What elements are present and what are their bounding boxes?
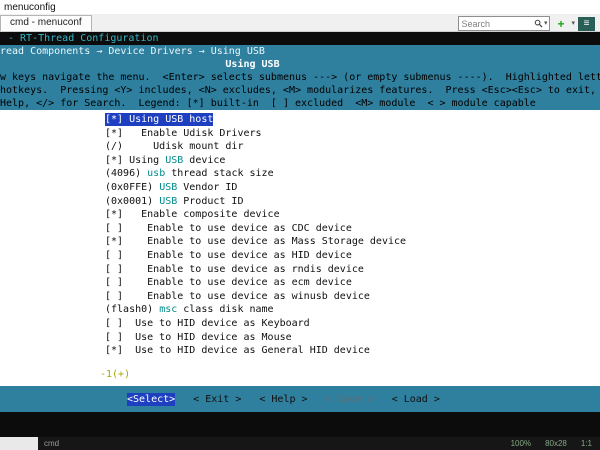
menu-item-text: [*] Use to HID device as General HID dev… (105, 344, 370, 357)
dialog-header: read Components → Device Drivers → Using… (0, 45, 600, 110)
status-bar: cmd 100% 80x28 1:1 (0, 437, 600, 450)
menu-item[interactable]: (/) Udisk mount dir (0, 140, 600, 154)
menu-item[interactable]: (0x0001) USB Product ID (0, 195, 600, 209)
menu-item[interactable]: [*] Using USB host (0, 113, 600, 127)
menu-item[interactable]: (flash0) msc class disk name (0, 303, 600, 317)
screen: menuconfig cmd - menuconf Search ▾ + ▾ (0, 0, 600, 450)
menu-item-text: [ ] Enable to use device as HID device (105, 249, 352, 262)
save-button[interactable]: < Save > (326, 393, 374, 406)
menu-button[interactable]: ≡ (578, 17, 595, 31)
page-title: Using USB (0, 58, 505, 71)
menu-item[interactable]: [ ] Use to HID device as Mouse (0, 331, 600, 345)
search-input[interactable]: Search ▾ (458, 16, 550, 31)
select-button[interactable]: <Select> (127, 393, 175, 406)
menu-item-text: [ ] Enable to use device as CDC device (105, 222, 352, 235)
console: - RT-Thread Configuration read Component… (0, 32, 600, 437)
search-dropdown-icon[interactable]: ▾ (544, 20, 548, 27)
button-band: <Select> < Exit > < Help > < Save > < Load > (0, 386, 600, 412)
menu-item-text: [*] Enable Udisk Drivers (105, 127, 262, 140)
load-button[interactable]: < Load > (392, 393, 440, 406)
new-tab-button[interactable]: + (553, 17, 568, 31)
menu-item[interactable]: [ ] Use to HID device as Keyboard (0, 317, 600, 331)
status-segment: 100% (511, 439, 531, 448)
hamburger-icon: ≡ (584, 18, 590, 29)
help-text: w keys navigate the menu. <Enter> select… (0, 71, 600, 110)
exit-button[interactable]: < Exit > (193, 393, 241, 406)
search-icons: ▾ (534, 19, 548, 28)
menu-item[interactable]: (0x0FFE) USB Vendor ID (0, 181, 600, 195)
menu-item[interactable]: [*] Using USB device (0, 154, 600, 168)
help-line: Help, </> for Search. Legend: [*] built-… (0, 97, 600, 110)
scroll-indicator: -1(+) (100, 368, 130, 381)
menu-item-text: [ ] Enable to use device as rndis device (105, 263, 364, 276)
status-segment: 80x28 (545, 439, 567, 448)
window-title: menuconfig (4, 2, 56, 13)
help-line: hotkeys. Pressing <Y> includes, <N> excl… (0, 84, 600, 97)
menu-item-text: (4096) usb thread stack size (105, 167, 274, 180)
search-group: Search ▾ + ▾ ≡ (458, 16, 595, 31)
menu-item[interactable]: [*] Enable to use device as Mass Storage… (0, 235, 600, 249)
menu-item[interactable]: [*] Enable composite device (0, 208, 600, 222)
menu-item-text: [ ] Enable to use device as winusb devic… (105, 290, 370, 303)
menu-item-text: [ ] Use to HID device as Mouse (105, 331, 292, 344)
menu-item-text: (flash0) msc class disk name (105, 303, 274, 316)
menu-item-text: [ ] Use to HID device as Keyboard (105, 317, 310, 330)
menu-item-text: [*] Using USB device (105, 154, 225, 167)
status-segment: 1:1 (581, 439, 592, 448)
menu-item[interactable]: (4096) usb thread stack size (0, 167, 600, 181)
status-right: 100% 80x28 1:1 (511, 439, 592, 448)
new-tab-dropdown-icon[interactable]: ▾ (571, 20, 575, 27)
tab-bar: cmd - menuconf Search ▾ + ▾ ≡ (0, 14, 600, 32)
menu-item[interactable]: [*] Enable Udisk Drivers (0, 127, 600, 141)
breadcrumb: read Components → Device Drivers → Using… (0, 45, 600, 58)
help-line: w keys navigate the menu. <Enter> select… (0, 71, 600, 84)
search-icon[interactable] (534, 19, 543, 28)
status-process: cmd (44, 439, 59, 448)
button-row: <Select> < Exit > < Help > < Save > < Load > (0, 393, 440, 406)
help-button[interactable]: < Help > (259, 393, 307, 406)
search-placeholder: Search (461, 19, 490, 29)
menu-item[interactable]: [ ] Enable to use device as ecm device (0, 276, 600, 290)
menu-item-text: (0x0001) USB Product ID (105, 195, 243, 208)
status-left-cell (0, 437, 38, 450)
menu-item[interactable]: [*] Use to HID device as General HID dev… (0, 344, 600, 358)
menu-item-text: [*] Enable composite device (105, 208, 280, 221)
plus-icon: + (557, 17, 564, 31)
menu-item-text: [*] Enable to use device as Mass Storage… (105, 235, 406, 248)
menu-list: [*] Using USB host[*] Enable Udisk Drive… (0, 113, 600, 358)
menu-item[interactable]: [ ] Enable to use device as CDC device (0, 222, 600, 236)
tab-cmd-menuconfig[interactable]: cmd - menuconf (0, 15, 92, 31)
tab-label: cmd - menuconf (10, 17, 82, 28)
menu-item-text: [*] Using USB host (105, 113, 213, 126)
menu-item[interactable]: [ ] Enable to use device as HID device (0, 249, 600, 263)
menu-item-text: (0x0FFE) USB Vendor ID (105, 181, 237, 194)
backtitle: - RT-Thread Configuration (0, 32, 600, 45)
menu-list-area: [*] Using USB host[*] Enable Udisk Drive… (0, 110, 600, 386)
window-titlebar: menuconfig (0, 0, 600, 14)
menu-item[interactable]: [ ] Enable to use device as rndis device (0, 263, 600, 277)
menu-item-text: (/) Udisk mount dir (105, 140, 243, 153)
menu-item-text: [ ] Enable to use device as ecm device (105, 276, 352, 289)
menu-item[interactable]: [ ] Enable to use device as winusb devic… (0, 290, 600, 304)
